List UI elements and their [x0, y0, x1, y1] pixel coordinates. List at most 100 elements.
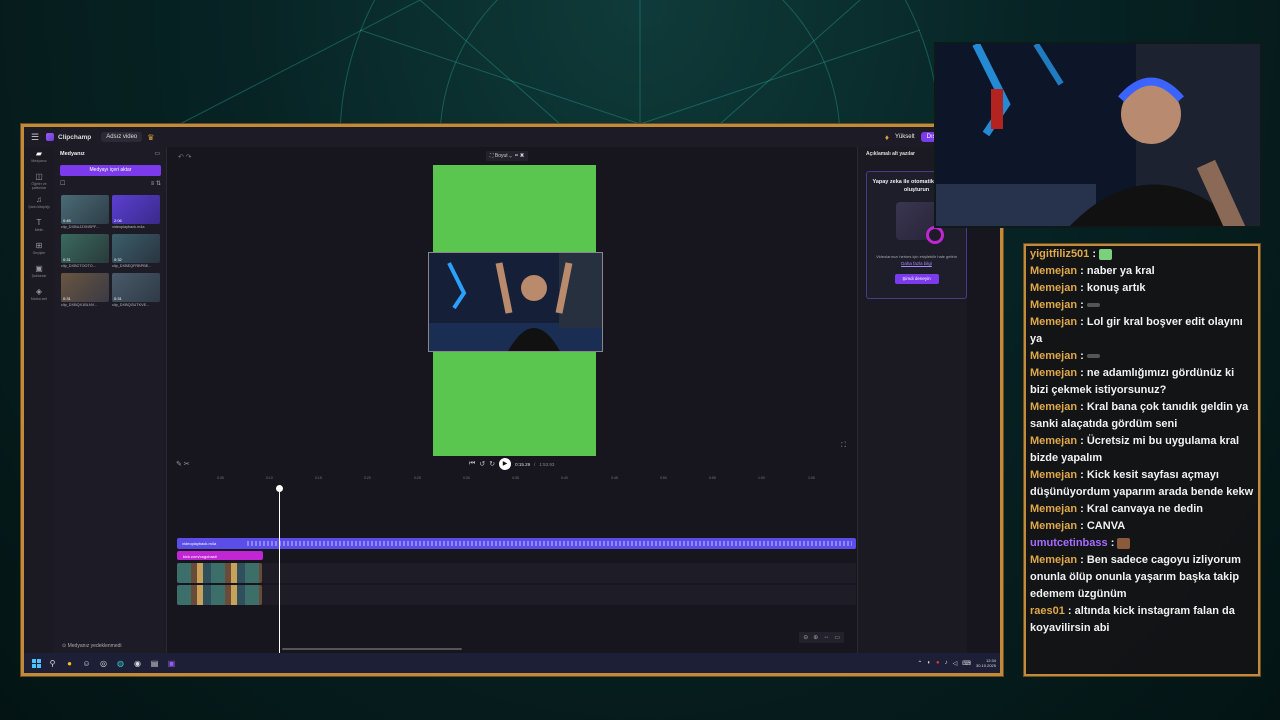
emote-icon	[1099, 248, 1113, 260]
project-name-field[interactable]: Adsız video	[101, 132, 143, 142]
webcam-overlay-clip[interactable]	[428, 252, 603, 352]
select-all-checkbox[interactable]: ☐	[60, 181, 65, 187]
timeline: videoplayback.m4a kick.com/cagobasti ⊖ ⊕ ↔…	[168, 483, 856, 653]
video-clip[interactable]	[177, 585, 262, 605]
audio-track-label: videoplayback.m4a	[182, 541, 217, 546]
media-thumbnail[interactable]: 0:31	[61, 273, 109, 302]
volume-icon[interactable]: ♪	[945, 660, 948, 666]
chat-message: Memejan : konuş artık	[1030, 282, 1146, 294]
network-icon[interactable]: ◐	[927, 660, 931, 666]
sidebar-item-templates[interactable]: ▣ Şablonlar	[24, 262, 54, 285]
media-filename: clip_DXBUJZXNSPF...	[61, 225, 99, 229]
media-filename: videoplayback.m4a	[112, 225, 145, 229]
left-sidebar: ▰ Medyanız ◫ Öğeler ve şablonlar ♫ Şarkı ki…	[24, 147, 54, 653]
text-track[interactable]: kick.com/cagobasti	[177, 551, 263, 560]
chat-message: raes01 : altında kick instagram falan da…	[1030, 605, 1235, 634]
chat-message: Memejan : ne adamlığımızı gördünüz ki bi…	[1030, 367, 1235, 396]
windows-start-icon[interactable]	[32, 658, 41, 668]
skip-back-icon[interactable]: ⏮	[469, 460, 475, 468]
chat-message: Memejan : Ücretsiz mi bu uygulama kral b…	[1030, 435, 1240, 464]
media-filename: clip_DXBCTOOTO...	[61, 264, 96, 268]
captions-panel-title: Açıklamalı alt yazılar	[866, 151, 915, 157]
timeline-expand-icon: ▭	[834, 635, 840, 641]
chat-message: Memejan : Ben sadece cagoyu izliyorum on…	[1030, 554, 1241, 600]
sidebar-item-music[interactable]: ♫ Şarkı kitaplığı	[24, 193, 54, 216]
captions-description: Videolarınızı herkes için erişilebilir h…	[876, 254, 957, 259]
try-now-button[interactable]: Şimdi deneyin	[894, 274, 939, 284]
title-bar: ☰ Clipchamp Adsız video ♛ ♦ Yükselt Dışa…	[24, 127, 1000, 147]
streamer-camera-image	[936, 44, 1260, 226]
playhead[interactable]	[276, 485, 283, 653]
discord-icon[interactable]: ☺	[81, 659, 92, 668]
chrome-icon[interactable]: ●	[64, 659, 75, 668]
playback-bar: ✎ ✂ ⏮ ↺ ↻ ▶ 0:15.29 / 1:53.93 0:05 0:10 …	[168, 452, 856, 482]
chat-message: Memejan :	[1030, 348, 1254, 365]
record-icon[interactable]: ●	[936, 660, 940, 666]
backup-status[interactable]: ⊙ Medyanız yedeklenmedi	[62, 643, 122, 649]
media-thumbnail[interactable]: 0:45	[61, 195, 109, 224]
emote-icon	[1086, 354, 1100, 359]
clipchamp-window: ☰ Clipchamp Adsız video ♛ ♦ Yükselt Dışa…	[21, 124, 1003, 676]
chat-message: Memejan : CANVA	[1030, 520, 1126, 532]
total-time: 1:53.93	[539, 461, 555, 467]
collapse-panel-icon[interactable]: ▭	[154, 150, 160, 157]
clipchamp-taskbar-icon[interactable]: ▣	[166, 659, 177, 668]
upgrade-button[interactable]: Yükselt	[895, 134, 915, 140]
media-thumbnail[interactable]: 0:31	[112, 273, 160, 302]
chat-message: Memejan : naber ya kral	[1030, 265, 1155, 277]
clipchamp-logo	[46, 133, 54, 141]
store-icon[interactable]: ▤	[149, 659, 160, 668]
media-thumbnail[interactable]: 0:31	[61, 234, 109, 263]
zoom-out-icon: ⊖	[803, 635, 809, 641]
menu-icon[interactable]: ☰	[24, 132, 46, 143]
chat-message: Memejan : Lol gir kral boşver edit olayı…	[1030, 316, 1243, 345]
tray-chevron-icon[interactable]: ⌃	[917, 660, 922, 667]
fullscreen-icon[interactable]: ⛶	[841, 442, 846, 450]
app-name: Clipchamp	[58, 133, 92, 141]
obs-icon[interactable]: ◎	[98, 659, 109, 668]
timeline-scrollbar[interactable]	[282, 648, 462, 650]
chat-message: Memejan : Kral canvaya ne dedin	[1030, 503, 1204, 515]
fit-icon: ↔	[823, 634, 830, 640]
emote-icon	[1086, 303, 1100, 308]
play-button[interactable]: ▶	[499, 458, 512, 470]
media-filename: clip_DXBEQFRBPBE...	[112, 264, 152, 268]
sidebar-item-assets[interactable]: ◫ Öğeler ve şablonlar	[24, 170, 54, 193]
steam-icon[interactable]: ◉	[132, 659, 143, 668]
zoom-controls[interactable]: ⊖ ⊕ ↔ ▭	[799, 632, 844, 643]
edge-icon[interactable]: ◍	[115, 659, 126, 668]
media-panel: Medyanız ▭ Medyayı içeri aktar ☐ ≡ ⇅ 0:4…	[54, 147, 167, 653]
stream-chat: yigitfiliz501 : Memejan : naber ya kral …	[1024, 244, 1260, 676]
sidebar-item-text[interactable]: T Metin	[24, 216, 54, 239]
import-media-button[interactable]: Medyayı içeri aktar	[60, 165, 161, 176]
premium-icon: ♦	[884, 132, 889, 142]
current-time: 0:15.29	[515, 461, 531, 467]
undo-redo-icons[interactable]: ↶ ↷	[178, 153, 192, 161]
filter-sort-icon[interactable]: ≡ ⇅	[151, 180, 161, 187]
audio-thumbnail[interactable]: 2:06	[112, 195, 160, 224]
media-thumbnail[interactable]: 0:32	[112, 234, 160, 263]
zoom-in-icon: ⊕	[813, 635, 819, 641]
chat-message: Memejan :	[1030, 297, 1254, 314]
media-panel-title: Medyanız	[60, 151, 85, 157]
search-icon[interactable]: ⚲	[47, 659, 58, 668]
system-clock[interactable]: 12:34 30.10.2025	[976, 658, 996, 668]
rewind-icon[interactable]: ↺	[479, 460, 485, 468]
windows-taskbar: ⚲ ● ☺ ◎ ◍ ◉ ▤ ▣ ⌃ ◐ ● ♪ ◁ ⌨ 12:34 30.10.…	[24, 653, 1000, 673]
preview-stage: ↶ ↷ ⛶ Boyut ⌄ ▭ ▣ ⛶	[168, 147, 856, 456]
keyboard-icon[interactable]: ⌨	[962, 660, 971, 667]
split-tools[interactable]: ✎ ✂	[176, 460, 190, 468]
audio-waveform	[247, 541, 852, 546]
speaker-icon[interactable]: ◁	[953, 660, 958, 667]
video-clip[interactable]	[177, 563, 262, 583]
sidebar-item-transitions[interactable]: ⊞ Geçişler	[24, 239, 54, 262]
webcam-feed	[934, 42, 1262, 228]
learn-more-link[interactable]: Daha fazla bilgi	[867, 261, 966, 266]
aspect-ratio-dropdown[interactable]: ⛶ Boyut ⌄ ▭ ▣	[486, 151, 528, 161]
emote-icon	[1117, 537, 1131, 549]
sidebar-item-brand-kit[interactable]: ◈ Marka seti	[24, 285, 54, 308]
forward-icon[interactable]: ↻	[489, 460, 495, 468]
media-filename: clip_DXBQGUTKVE...	[112, 303, 150, 307]
sidebar-item-media[interactable]: ▰ Medyanız	[24, 147, 54, 170]
media-filename: clip_DXBQX1BLNV...	[61, 303, 97, 307]
